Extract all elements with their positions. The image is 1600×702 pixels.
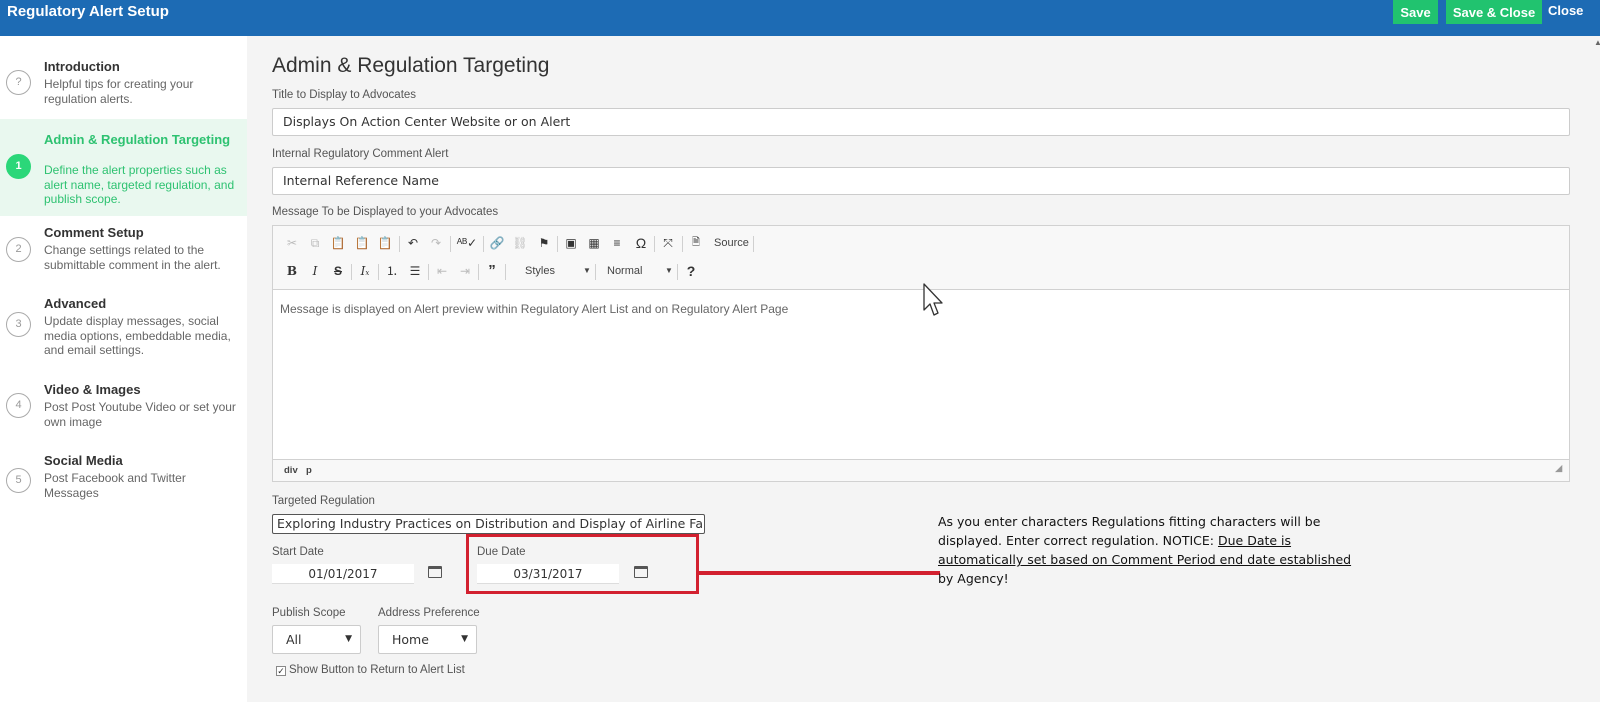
- step-comment-setup[interactable]: 2 Comment Setup Change settings related …: [0, 219, 247, 285]
- styles-dropdown[interactable]: Styles: [525, 262, 555, 280]
- title-input[interactable]: Displays On Action Center Website or on …: [272, 108, 1570, 136]
- resize-handle-icon[interactable]: ◢: [1555, 463, 1562, 474]
- indent-icon[interactable]: ⇥: [456, 262, 474, 280]
- step-number: 4: [6, 393, 31, 418]
- step-admin-regulation[interactable]: 1 Admin & Regulation Targeting Define th…: [0, 119, 247, 216]
- mouse-cursor-icon: [923, 283, 943, 316]
- publish-scope-select[interactable]: All ▼: [272, 625, 361, 654]
- copy-icon[interactable]: ⧉: [306, 234, 324, 252]
- format-dropdown[interactable]: Normal: [607, 262, 642, 280]
- table-icon[interactable]: ▦: [585, 234, 603, 252]
- step-description: Post Facebook and Twitter Messages: [44, 471, 186, 500]
- spellcheck-icon[interactable]: ᴬᴮ✓: [455, 234, 479, 252]
- special-char-icon[interactable]: Ω: [632, 234, 650, 252]
- outdent-icon[interactable]: ⇤: [433, 262, 451, 280]
- path-item-div[interactable]: div: [284, 465, 298, 476]
- step-number: 2: [6, 237, 31, 262]
- italic-icon[interactable]: I: [306, 262, 324, 280]
- paste-text-icon[interactable]: 📋: [353, 234, 371, 252]
- step-title: Comment Setup: [44, 225, 144, 240]
- step-title: Advanced: [44, 296, 107, 311]
- image-icon[interactable]: ▣: [562, 234, 580, 252]
- show-button-checkbox[interactable]: ✓: [276, 666, 286, 676]
- cut-icon[interactable]: ✂: [283, 234, 301, 252]
- element-path-bar: div p ◢: [273, 459, 1569, 481]
- show-button-option[interactable]: ✓ Show Button to Return to Alert List: [276, 664, 465, 676]
- calendar-icon[interactable]: [428, 566, 442, 578]
- app-title: Regulatory Alert Setup: [7, 3, 169, 20]
- page-title: Admin & Regulation Targeting: [272, 54, 550, 77]
- editor-toolbar: ✂ ⧉ 📋 📋 📋 ↶ ↷ ᴬᴮ✓ 🔗 ⛓ ⚑ ▣ ▦ ≡ Ω ⤧ 🗎 Sour…: [273, 226, 1569, 290]
- step-description: Define the alert properties such as aler…: [44, 163, 235, 206]
- chevron-down-icon: ▼: [345, 634, 352, 644]
- scroll-up-icon[interactable]: ▲: [1594, 38, 1600, 50]
- step-number: 5: [6, 468, 31, 493]
- save-button[interactable]: Save: [1393, 0, 1438, 24]
- step-number: 3: [6, 312, 31, 337]
- publish-scope-value: All: [286, 632, 302, 647]
- address-preference-value: Home: [392, 632, 429, 647]
- internal-input[interactable]: Internal Reference Name: [272, 167, 1570, 195]
- close-button[interactable]: Close: [1548, 3, 1583, 18]
- step-description: Helpful tips for creating your regulatio…: [44, 77, 194, 106]
- remove-format-icon[interactable]: Ix: [356, 262, 374, 280]
- step-title: Admin & Regulation Targeting: [44, 132, 231, 147]
- save-close-button[interactable]: Save & Close: [1446, 0, 1542, 24]
- editor-content[interactable]: Message is displayed on Alert preview wi…: [280, 302, 788, 316]
- message-label: Message To be Displayed to your Advocate…: [272, 206, 499, 218]
- paste-icon[interactable]: 📋: [329, 234, 347, 252]
- address-preference-label: Address Preference: [378, 607, 480, 619]
- bulleted-list-icon[interactable]: ☰: [406, 262, 424, 280]
- source-icon[interactable]: 🗎: [687, 234, 705, 252]
- step-advanced[interactable]: 3 Advanced Update display messages, soci…: [0, 291, 247, 371]
- link-icon[interactable]: 🔗: [488, 234, 506, 252]
- chevron-down-icon: ▼: [665, 266, 673, 275]
- targeted-regulation-label: Targeted Regulation: [272, 495, 375, 507]
- paste-word-icon[interactable]: 📋: [376, 234, 394, 252]
- numbered-list-icon[interactable]: ⒈: [383, 262, 401, 280]
- bold-icon[interactable]: B: [283, 262, 301, 280]
- publish-scope-label: Publish Scope: [272, 607, 346, 619]
- start-date-label: Start Date: [272, 546, 324, 558]
- maximize-icon[interactable]: ⤧: [659, 234, 677, 252]
- step-description: Update display messages, social media op…: [44, 314, 231, 357]
- path-item-p[interactable]: p: [306, 465, 312, 476]
- internal-label: Internal Regulatory Comment Alert: [272, 148, 449, 160]
- wizard-sidebar: ? Introduction Helpful tips for creating…: [0, 36, 247, 702]
- rich-text-editor: ✂ ⧉ 📋 📋 📋 ↶ ↷ ᴬᴮ✓ 🔗 ⛓ ⚑ ▣ ▦ ≡ Ω ⤧ 🗎 Sour…: [272, 225, 1570, 482]
- step-number: 1: [6, 154, 31, 179]
- chevron-down-icon: ▼: [461, 634, 468, 644]
- help-button[interactable]: ?: [682, 262, 700, 280]
- blockquote-icon[interactable]: ”: [483, 262, 501, 280]
- redo-icon[interactable]: ↷: [427, 234, 445, 252]
- targeted-regulation-input[interactable]: Exploring Industry Practices on Distribu…: [272, 514, 705, 534]
- strike-icon[interactable]: S: [329, 262, 347, 280]
- show-button-label: Show Button to Return to Alert List: [289, 664, 465, 676]
- annotation-highlight-box: [466, 534, 699, 594]
- annotation-tail-text: by Agency!: [938, 571, 1009, 586]
- title-label: Title to Display to Advocates: [272, 89, 417, 101]
- step-description: Change settings related to the submittab…: [44, 243, 221, 272]
- step-social-media[interactable]: 5 Social Media Post Facebook and Twitter…: [0, 446, 247, 512]
- annotation-note: As you enter characters Regulations fitt…: [938, 512, 1358, 588]
- horizontal-line-icon[interactable]: ≡: [608, 234, 626, 252]
- undo-icon[interactable]: ↶: [404, 234, 422, 252]
- chevron-down-icon: ▼: [583, 266, 591, 275]
- help-icon: ?: [6, 70, 31, 95]
- source-button[interactable]: Source: [714, 234, 749, 252]
- step-description: Post Post Youtube Video or set your own …: [44, 400, 236, 429]
- start-date-input[interactable]: 01/01/2017: [272, 564, 414, 584]
- top-bar: Regulatory Alert Setup Save Save & Close…: [0, 0, 1600, 36]
- step-title: Introduction: [44, 59, 120, 74]
- step-title: Video & Images: [44, 382, 141, 397]
- address-preference-select[interactable]: Home ▼: [378, 625, 477, 654]
- step-introduction[interactable]: ? Introduction Helpful tips for creating…: [0, 36, 247, 116]
- step-video-images[interactable]: 4 Video & Images Post Post Youtube Video…: [0, 376, 247, 442]
- step-title: Social Media: [44, 453, 123, 468]
- annotation-connector-line: [696, 571, 940, 575]
- anchor-flag-icon[interactable]: ⚑: [535, 234, 553, 252]
- unlink-icon[interactable]: ⛓: [511, 234, 529, 252]
